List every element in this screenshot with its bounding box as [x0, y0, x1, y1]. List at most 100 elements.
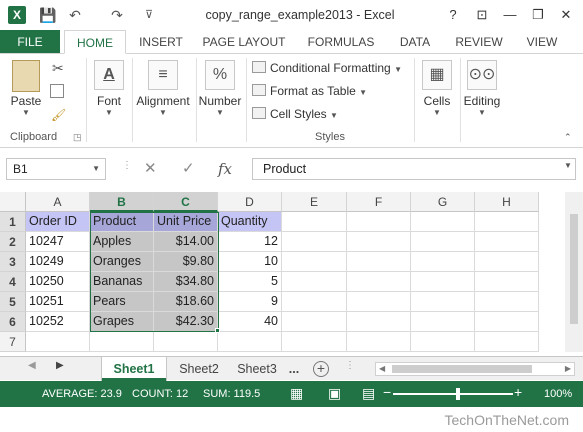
close-icon[interactable]: ✕: [556, 5, 576, 25]
cell[interactable]: [347, 272, 411, 292]
redo-icon[interactable]: ↷: [108, 5, 126, 25]
save-icon[interactable]: 💾: [38, 5, 58, 25]
cell[interactable]: [475, 232, 539, 252]
normal-view-icon[interactable]: ▦: [290, 385, 303, 402]
cell[interactable]: [347, 212, 411, 232]
new-sheet-icon[interactable]: +: [313, 361, 329, 377]
data-cell[interactable]: 10250: [26, 272, 90, 292]
zoom-slider[interactable]: [393, 393, 513, 395]
cell[interactable]: [475, 272, 539, 292]
data-cell[interactable]: Bananas: [90, 272, 154, 292]
page-layout-view-icon[interactable]: ▣: [328, 385, 341, 402]
enter-icon[interactable]: ✓: [182, 158, 195, 180]
cell-styles-button[interactable]: Cell Styles ▼: [252, 104, 338, 124]
column-header[interactable]: E: [282, 192, 347, 212]
data-cell[interactable]: 10247: [26, 232, 90, 252]
format-painter-icon[interactable]: 🖌: [51, 108, 66, 122]
data-cell[interactable]: 10251: [26, 292, 90, 312]
customize-qat-icon[interactable]: ⊽: [142, 5, 156, 25]
header-cell[interactable]: Quantity: [218, 212, 282, 232]
cell[interactable]: [411, 212, 475, 232]
number-button[interactable]: % Number ▼: [198, 60, 242, 117]
data-cell[interactable]: $18.60: [154, 292, 218, 312]
horizontal-scroll-thumb[interactable]: [392, 365, 532, 373]
column-header[interactable]: B: [90, 192, 154, 212]
cell[interactable]: [282, 312, 347, 332]
zoom-out-icon[interactable]: −: [383, 384, 391, 400]
column-header[interactable]: H: [475, 192, 539, 212]
formula-input[interactable]: Product: [252, 158, 576, 180]
undo-icon[interactable]: ↶: [66, 5, 84, 25]
sheet-tab-sheet1[interactable]: Sheet1: [102, 357, 166, 381]
cell[interactable]: [26, 332, 90, 352]
data-cell[interactable]: $42.30: [154, 312, 218, 332]
cell[interactable]: [347, 292, 411, 312]
tab-file[interactable]: FILE: [0, 30, 60, 54]
cell[interactable]: [347, 232, 411, 252]
data-cell[interactable]: $14.00: [154, 232, 218, 252]
sheet-tab-sheet3[interactable]: Sheet3: [232, 357, 282, 381]
tab-insert[interactable]: INSERT: [132, 30, 190, 54]
select-all-corner[interactable]: [0, 192, 26, 212]
cell[interactable]: [218, 332, 282, 352]
editing-button[interactable]: ⊙⊙ Editing ▼: [462, 60, 502, 117]
chevron-down-icon[interactable]: ▼: [92, 159, 100, 179]
cell[interactable]: [475, 312, 539, 332]
tab-formulas[interactable]: FORMULAS: [298, 30, 384, 54]
cell[interactable]: [475, 332, 539, 352]
data-cell[interactable]: 5: [218, 272, 282, 292]
insert-function-icon[interactable]: fx: [218, 158, 232, 180]
data-cell[interactable]: 10249: [26, 252, 90, 272]
zoom-level[interactable]: 100%: [544, 388, 572, 400]
data-cell[interactable]: Pears: [90, 292, 154, 312]
cell[interactable]: [411, 332, 475, 352]
sheet-tab-sheet2[interactable]: Sheet2: [168, 357, 230, 381]
more-sheets-button[interactable]: ...: [284, 357, 304, 381]
data-cell[interactable]: 9: [218, 292, 282, 312]
data-cell[interactable]: 12: [218, 232, 282, 252]
tab-review[interactable]: REVIEW: [448, 30, 510, 54]
cell[interactable]: [411, 232, 475, 252]
zoom-in-icon[interactable]: +: [514, 384, 522, 400]
dialog-launcher-icon[interactable]: ◳: [73, 132, 82, 143]
collapse-ribbon-icon[interactable]: ⌃: [564, 132, 572, 143]
expand-formula-bar-icon[interactable]: ▼: [564, 161, 572, 170]
cell[interactable]: [347, 312, 411, 332]
column-header[interactable]: F: [347, 192, 411, 212]
scroll-left-icon[interactable]: ◀: [379, 363, 385, 375]
conditional-formatting-button[interactable]: Conditional Formatting ▼: [252, 58, 402, 78]
alignment-button[interactable]: ≡ Alignment ▼: [134, 60, 192, 117]
prev-sheet-icon[interactable]: ◀: [28, 360, 36, 371]
cell[interactable]: [475, 252, 539, 272]
data-cell[interactable]: Grapes: [90, 312, 154, 332]
tab-home[interactable]: HOME: [64, 30, 126, 54]
copy-icon[interactable]: [50, 84, 64, 98]
cell[interactable]: [282, 332, 347, 352]
tab-page-layout[interactable]: PAGE LAYOUT: [196, 30, 292, 54]
header-cell[interactable]: Product: [90, 212, 154, 232]
row-header[interactable]: 2: [0, 232, 26, 252]
row-header[interactable]: 6: [0, 312, 26, 332]
row-header[interactable]: 7: [0, 332, 26, 352]
format-as-table-button[interactable]: Format as Table ▼: [252, 81, 367, 101]
ribbon-display-options-icon[interactable]: ⊡: [472, 5, 492, 25]
data-cell[interactable]: 40: [218, 312, 282, 332]
name-box[interactable]: B1 ▼: [6, 158, 106, 180]
tab-data[interactable]: DATA: [390, 30, 440, 54]
data-cell[interactable]: Oranges: [90, 252, 154, 272]
column-header[interactable]: C: [154, 192, 218, 212]
cell[interactable]: [282, 232, 347, 252]
paste-button[interactable]: Paste ▼: [6, 60, 46, 117]
cell[interactable]: [411, 292, 475, 312]
cell[interactable]: [347, 252, 411, 272]
data-cell[interactable]: $9.80: [154, 252, 218, 272]
cell[interactable]: [475, 212, 539, 232]
data-cell[interactable]: $34.80: [154, 272, 218, 292]
cell[interactable]: [411, 252, 475, 272]
tab-view[interactable]: VIEW: [518, 30, 566, 54]
cells-button[interactable]: ▦ Cells ▼: [418, 60, 456, 117]
cell[interactable]: [347, 332, 411, 352]
column-header[interactable]: D: [218, 192, 282, 212]
row-header[interactable]: 3: [0, 252, 26, 272]
column-header[interactable]: G: [411, 192, 475, 212]
